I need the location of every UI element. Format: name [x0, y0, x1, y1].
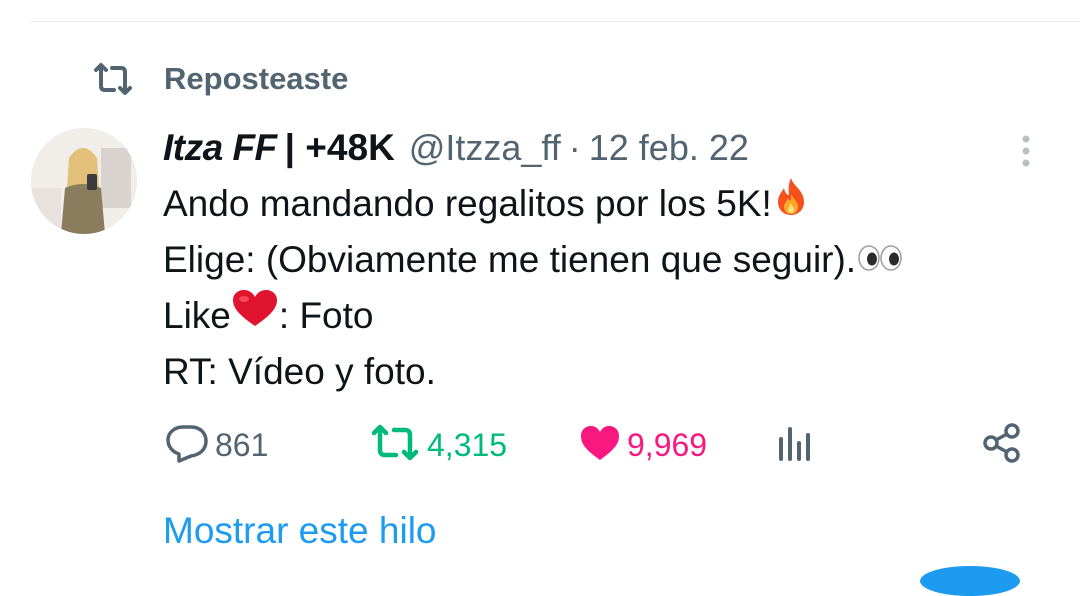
more-options-icon[interactable] [1016, 132, 1036, 172]
user-handle[interactable]: @Itzza_ff [409, 127, 561, 169]
tweet-date[interactable]: 12 feb. 22 [589, 127, 749, 169]
display-name-suffix[interactable]: | +48K [285, 127, 395, 169]
reply-icon [165, 423, 209, 468]
share-icon [981, 422, 1023, 469]
reply-button[interactable]: 861 [165, 420, 268, 470]
analytics-icon [775, 423, 815, 468]
tweet-line-text: : Foto [278, 295, 374, 336]
avatar[interactable] [31, 128, 137, 234]
heart-emoji [231, 288, 279, 344]
repost-icon [90, 62, 136, 96]
views-button[interactable] [775, 420, 815, 470]
repost-count: 4,315 [427, 426, 508, 463]
header-separator: · [568, 127, 581, 168]
like-count: 9,969 [627, 426, 708, 463]
top-divider [30, 21, 1080, 22]
repost-context: Reposteaste [90, 58, 348, 100]
floating-action-button-edge[interactable] [920, 566, 1020, 596]
tweet-line-text: Like [163, 295, 231, 336]
tweet-line: Ando mandando regalitos por los 5K! [163, 176, 1043, 232]
tweet-line-text: RT: Vídeo y foto. [163, 351, 436, 392]
repost-button[interactable]: 4,315 [369, 420, 507, 470]
tweet-text: Ando mandando regalitos por los 5K! Elig… [163, 176, 1043, 400]
eyes-emoji [856, 232, 904, 288]
share-button[interactable] [981, 420, 1023, 470]
heart-icon [579, 424, 621, 467]
show-thread-link[interactable]: Mostrar este hilo [163, 510, 437, 552]
tweet-line-text: Elige: (Obviamente me tienen que seguir)… [163, 239, 857, 280]
display-name[interactable]: Itza FF [163, 127, 277, 169]
tweet-line-text: Ando mandando regalitos por los 5K! [163, 183, 772, 224]
tweet-line: Elige: (Obviamente me tienen que seguir)… [163, 232, 1043, 288]
reply-count: 861 [215, 426, 269, 463]
repost-label: Reposteaste [164, 61, 349, 96]
fire-emoji [772, 176, 810, 232]
tweet-line: Like : Foto [163, 288, 1043, 344]
repost-icon [369, 424, 421, 467]
tweet-line: RT: Vídeo y foto. [163, 344, 1043, 400]
like-button[interactable]: 9,969 [579, 420, 707, 470]
action-bar: 861 4,315 9,969 [163, 420, 1033, 470]
tweet-header: Itza FF | +48K @Itzza_ff · 12 feb. 22 [163, 122, 749, 174]
